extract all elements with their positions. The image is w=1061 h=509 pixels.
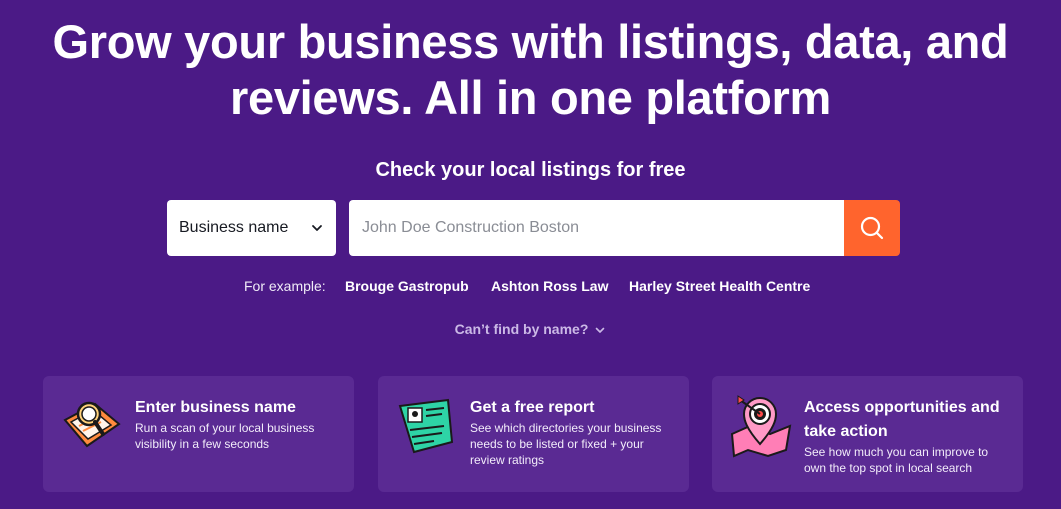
magnifier-illustration-icon bbox=[63, 401, 121, 448]
step-card-get-free-report: Get a free report See which directories … bbox=[378, 376, 689, 492]
hero-title-line-1: Grow your business with listings, data, … bbox=[52, 15, 1009, 68]
search-form: Business name bbox=[167, 200, 900, 256]
example-link-brouge-gastropub[interactable]: Brouge Gastropub bbox=[345, 278, 469, 294]
step-card-text: See how much you can improve to own the … bbox=[804, 445, 989, 475]
example-searches: For example: Brouge Gastropub Ashton Ros… bbox=[0, 277, 1061, 297]
report-illustration-icon bbox=[398, 398, 454, 454]
step-card-access-opportunities: Access opportunities and take action See… bbox=[712, 376, 1023, 492]
hero-subtitle: Check your local listings for free bbox=[375, 159, 686, 181]
examples-label: For example: bbox=[244, 278, 326, 294]
cant-find-toggle[interactable]: Can’t find by name? bbox=[0, 321, 1061, 337]
hero-title: Grow your business with listings, data, … bbox=[0, 14, 1061, 126]
search-type-value: Business name bbox=[179, 219, 289, 236]
hero-title-line-2: reviews. All in one platform bbox=[230, 71, 831, 124]
target-map-illustration-icon bbox=[730, 395, 792, 458]
chevron-down-icon bbox=[312, 225, 322, 231]
cant-find-label: Can’t find by name? bbox=[454, 321, 589, 337]
step-card-title: Enter business name bbox=[135, 399, 296, 416]
step-card-title: Get a free report bbox=[470, 399, 595, 416]
search-type-select[interactable]: Business name bbox=[167, 200, 336, 256]
search-icon bbox=[860, 216, 884, 240]
step-card-enter-business-name: Enter business name Run a scan of your l… bbox=[43, 376, 354, 492]
example-link-harley-street-health-centre[interactable]: Harley Street Health Centre bbox=[629, 278, 810, 294]
search-button[interactable] bbox=[844, 200, 900, 256]
example-link-ashton-ross-law[interactable]: Ashton Ross Law bbox=[491, 278, 608, 294]
chevron-down-icon bbox=[596, 327, 605, 334]
step-card-text: See which directories your business need… bbox=[470, 421, 662, 467]
step-card-text: Run a scan of your local business visibi… bbox=[135, 421, 315, 451]
step-card-title: Access opportunities and take action bbox=[804, 399, 1000, 440]
business-search-input[interactable] bbox=[349, 200, 845, 256]
